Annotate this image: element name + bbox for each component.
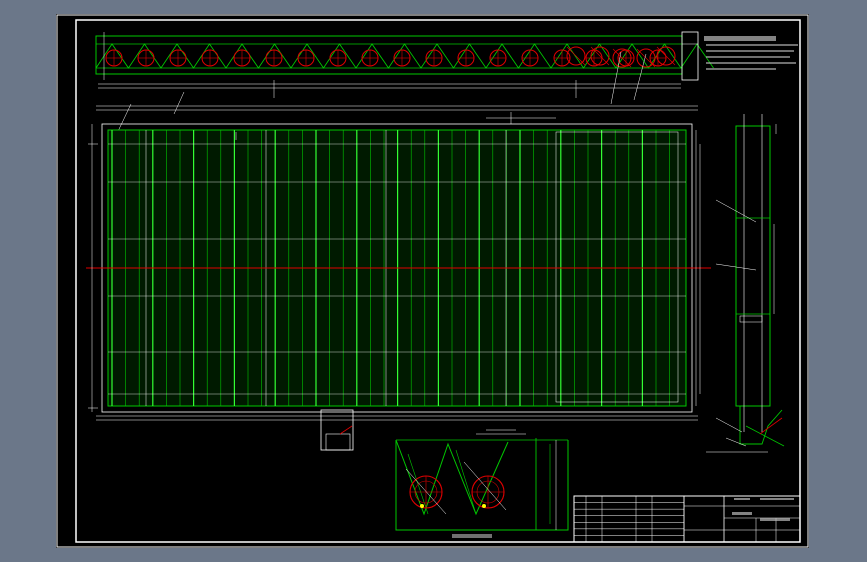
roller-icon (457, 49, 475, 67)
detail-view (395, 429, 569, 538)
roller-icon (201, 49, 219, 67)
roller-icon (361, 49, 379, 67)
roller-icon (329, 49, 347, 67)
roller-icon (169, 49, 187, 67)
engineering-drawing (56, 14, 809, 548)
roller-icon (265, 49, 283, 67)
cad-viewport[interactable] (0, 0, 867, 562)
drawing-sheet (56, 14, 809, 548)
technical-notes (704, 36, 798, 70)
roller-icon (105, 49, 123, 67)
roller-icon (297, 49, 315, 67)
side-section-view (706, 114, 785, 453)
roller-icon (585, 49, 603, 67)
plan-view (86, 91, 711, 451)
roller-icon (425, 49, 443, 67)
roller-icon (521, 49, 539, 67)
roller-icon (137, 49, 155, 67)
title-block (573, 495, 801, 543)
roller-icon (617, 49, 635, 67)
top-elevation-view (95, 31, 714, 105)
roller-icon (489, 49, 507, 67)
roller-icon (233, 49, 251, 67)
roller-icon (393, 49, 411, 67)
